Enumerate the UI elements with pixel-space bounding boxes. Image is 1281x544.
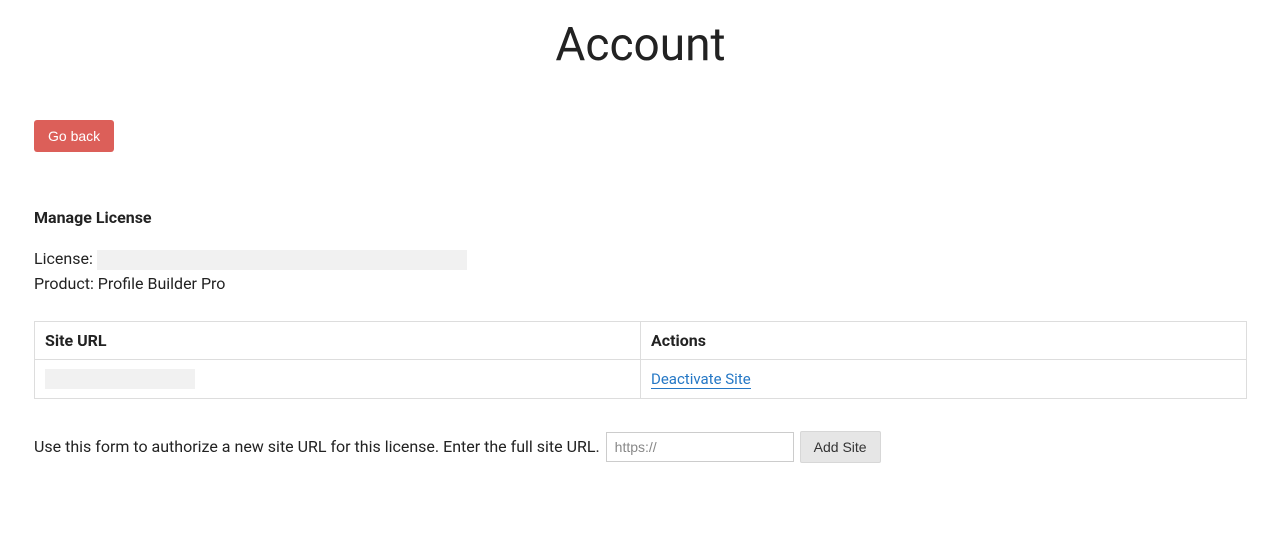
license-row: License: bbox=[34, 249, 1247, 270]
page-title: Account bbox=[0, 18, 1281, 72]
actions-cell: Deactivate Site bbox=[641, 359, 1247, 398]
col-site-url: Site URL bbox=[35, 321, 641, 359]
license-label: License: bbox=[34, 249, 93, 268]
site-url-input[interactable] bbox=[606, 432, 794, 462]
sites-table: Site URL Actions Deactivate Site bbox=[34, 321, 1247, 399]
add-site-prompt: Use this form to authorize a new site UR… bbox=[34, 437, 600, 456]
manage-license-heading: Manage License bbox=[34, 208, 1247, 227]
col-actions: Actions bbox=[641, 321, 1247, 359]
product-row: Product: Profile Builder Pro bbox=[34, 274, 1247, 293]
site-url-cell bbox=[35, 359, 641, 398]
site-url-redacted bbox=[45, 369, 195, 389]
product-value: Profile Builder Pro bbox=[98, 274, 226, 293]
add-site-button[interactable]: Add Site bbox=[800, 431, 881, 463]
license-value-redacted bbox=[97, 250, 467, 270]
table-header-row: Site URL Actions bbox=[35, 321, 1247, 359]
table-row: Deactivate Site bbox=[35, 359, 1247, 398]
product-label: Product: bbox=[34, 274, 94, 293]
deactivate-site-link[interactable]: Deactivate Site bbox=[651, 370, 751, 389]
add-site-form: Use this form to authorize a new site UR… bbox=[34, 431, 1247, 463]
go-back-button[interactable]: Go back bbox=[34, 120, 114, 152]
